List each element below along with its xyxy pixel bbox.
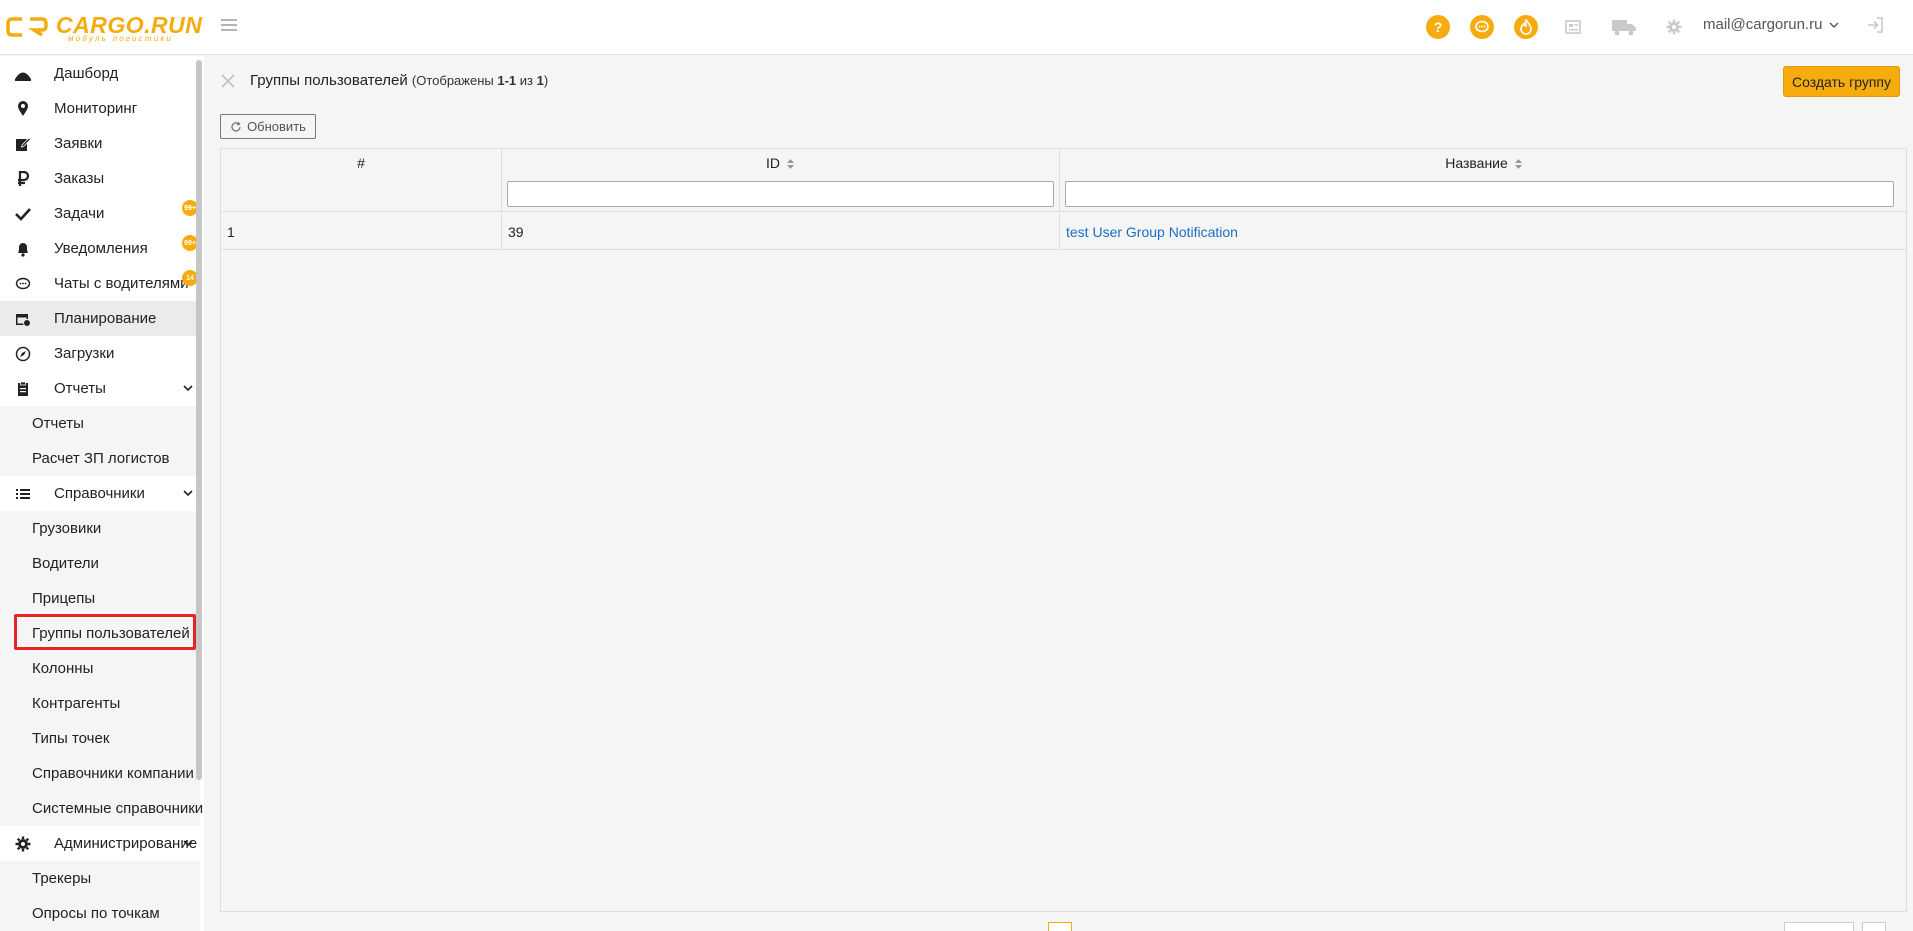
main-content: Группы пользователей (Отображены 1-1 из … <box>206 56 1913 931</box>
page-title: Группы пользователей (Отображены 1-1 из … <box>250 72 549 89</box>
map-pin-icon <box>14 100 32 118</box>
user-email: mail@cargorun.ru <box>1703 16 1823 33</box>
column-header-id[interactable]: ID <box>502 149 1060 212</box>
compass-icon <box>14 345 32 363</box>
gear-icon[interactable] <box>1662 15 1686 39</box>
group-name-link[interactable]: test User Group Notification <box>1066 224 1238 240</box>
refresh-button[interactable]: Обновить <box>220 114 316 139</box>
page-record-count: (Отображены 1-1 из 1) <box>411 73 549 88</box>
sidebar-subitem-trucks[interactable]: Грузовики <box>0 511 200 546</box>
sidebar-subitem-columns[interactable]: Колонны <box>0 651 200 686</box>
check-icon <box>14 205 32 223</box>
chevron-down-icon <box>183 840 193 847</box>
comment-icon <box>14 275 32 293</box>
help-icon[interactable]: ? <box>1426 15 1450 39</box>
column-header-name[interactable]: Название <box>1060 149 1908 212</box>
menu-toggle-icon[interactable] <box>220 16 240 36</box>
sidebar-item-reports[interactable]: Отчеты <box>0 371 200 406</box>
row-number: 1 <box>221 214 502 250</box>
sidebar-item-directories[interactable]: Справочники <box>0 476 200 511</box>
sidebar-item-monitoring[interactable]: Мониторинг <box>0 91 200 126</box>
sidebar-subitem-point-surveys[interactable]: Опросы по точкам <box>0 896 200 931</box>
pagination-current-page[interactable] <box>1048 922 1072 931</box>
page-size-select[interactable] <box>1784 922 1854 931</box>
fire-icon[interactable] <box>1514 15 1538 39</box>
dashboard-icon <box>14 65 32 83</box>
sidebar-item-administration[interactable]: Администрирование <box>0 826 200 861</box>
sidebar-scrollbar[interactable] <box>196 60 202 780</box>
gear-icon <box>14 835 32 853</box>
sidebar-item-loads[interactable]: Загрузки <box>0 336 200 371</box>
close-icon[interactable] <box>220 73 236 89</box>
top-bar: CARGO.RUN модуль логистики ? mail@cargor… <box>0 0 1913 55</box>
sidebar-item-planning[interactable]: Планирование <box>0 301 200 336</box>
edit-icon <box>14 135 32 153</box>
pagination-next[interactable] <box>1862 922 1886 931</box>
sidebar-item-driver-chats[interactable]: Чаты с водителями 14 <box>0 266 200 301</box>
sidebar-subitem-counterparties[interactable]: Контрагенты <box>0 686 200 721</box>
logo[interactable]: CARGO.RUN модуль логистики <box>6 12 202 43</box>
list-icon <box>14 485 32 503</box>
sidebar-subitem-reports[interactable]: Отчеты <box>0 406 200 441</box>
sidebar-item-requests[interactable]: Заявки <box>0 126 200 161</box>
column-header-num[interactable]: # <box>221 149 502 212</box>
sidebar-subitem-company-directories[interactable]: Справочники компании <box>0 756 200 791</box>
chevron-down-icon <box>183 490 193 497</box>
sidebar-item-dashboard[interactable]: Дашборд <box>0 56 200 91</box>
row-id: 39 <box>502 214 1060 250</box>
truck-icon[interactable] <box>1610 15 1638 39</box>
sidebar-subitem-drivers[interactable]: Водители <box>0 546 200 581</box>
sidebar: Дашборд Мониторинг Заявки Заказы Задачи … <box>0 56 204 931</box>
user-groups-table: # ID Название 1 39 test User Group Notif… <box>220 148 1908 912</box>
sidebar-item-orders[interactable]: Заказы <box>0 161 200 196</box>
row-name: test User Group Notification <box>1060 214 1907 250</box>
newspaper-icon[interactable] <box>1561 15 1585 39</box>
table-row[interactable]: 1 39 test User Group Notification <box>221 214 1907 250</box>
sidebar-subitem-trackers[interactable]: Трекеры <box>0 861 200 896</box>
sidebar-subitem-salary-calc[interactable]: Расчет ЗП логистов <box>0 441 200 476</box>
user-menu[interactable]: mail@cargorun.ru <box>1703 16 1839 33</box>
bell-icon <box>14 240 32 258</box>
calendar-icon <box>14 310 32 328</box>
sidebar-item-notifications[interactable]: Уведомления 99+ <box>0 231 200 266</box>
sidebar-item-tasks[interactable]: Задачи 99+ <box>0 196 200 231</box>
logo-subtitle: модуль логистики <box>68 34 174 43</box>
selection-highlight <box>14 614 196 650</box>
logout-icon[interactable] <box>1865 15 1887 37</box>
refresh-icon <box>231 121 241 132</box>
create-group-button[interactable]: Создать группу <box>1783 66 1900 97</box>
logo-mark-icon <box>6 17 48 37</box>
chat-icon[interactable] <box>1470 15 1494 39</box>
id-filter-input[interactable] <box>507 181 1054 207</box>
clipboard-icon <box>14 380 32 398</box>
name-filter-input[interactable] <box>1065 181 1894 207</box>
chevron-down-icon <box>183 385 193 392</box>
sidebar-subitem-trailers[interactable]: Прицепы <box>0 581 200 616</box>
chevron-down-icon <box>1829 22 1839 28</box>
ruble-icon <box>14 170 32 188</box>
sort-icon[interactable] <box>786 158 795 170</box>
sort-icon[interactable] <box>1514 158 1523 170</box>
sidebar-subitem-system-directories[interactable]: Системные справочники <box>0 791 203 826</box>
sidebar-subitem-point-types[interactable]: Типы точек <box>0 721 200 756</box>
